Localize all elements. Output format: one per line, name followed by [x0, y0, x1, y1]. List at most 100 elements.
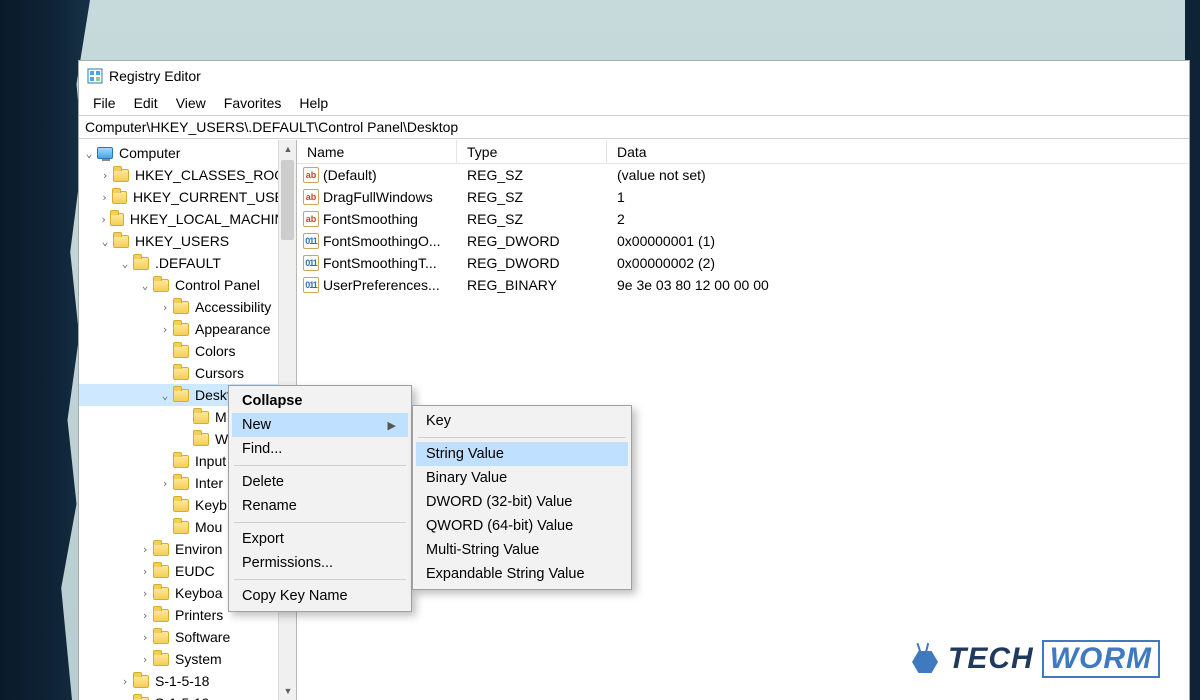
ctx-new-qword-value[interactable]: QWORD (64-bit) Value	[416, 514, 628, 538]
value-list-body: ab(Default)REG_SZ(value not set)abDragFu…	[297, 164, 1189, 296]
chevron-down-icon[interactable]: ⌄	[81, 147, 97, 160]
tree-label: Inter	[193, 475, 225, 491]
ctx-new-dword-value[interactable]: DWORD (32-bit) Value	[416, 490, 628, 514]
ctx-new-string-value[interactable]: String Value	[416, 442, 628, 466]
tree-default[interactable]: ⌄.DEFAULT	[79, 252, 296, 274]
chevron-right-icon[interactable]: ›	[157, 323, 173, 336]
watermark-text-2: WORM	[1042, 640, 1160, 678]
chevron-right-icon[interactable]: ›	[137, 631, 153, 644]
chevron-right-icon[interactable]: ›	[117, 675, 133, 688]
tree-label: Input	[193, 453, 228, 469]
scroll-down-icon[interactable]: ▼	[279, 682, 297, 700]
tree-hkey-classes-root[interactable]: › HKEY_CLASSES_ROOT	[79, 164, 296, 186]
ctx-new-expandable-string-value[interactable]: Expandable String Value	[416, 562, 628, 586]
col-header-type[interactable]: Type	[457, 140, 607, 163]
tree-s-1-5-19[interactable]: › S-1-5-19	[79, 692, 296, 700]
chevron-down-icon[interactable]: ⌄	[157, 389, 173, 402]
chevron-right-icon[interactable]: ›	[137, 543, 153, 556]
chevron-right-icon[interactable]: ›	[137, 609, 153, 622]
value-row[interactable]: abDragFullWindowsREG_SZ1	[297, 186, 1189, 208]
tree-root-computer[interactable]: ⌄ Computer	[79, 142, 296, 164]
chevron-right-icon[interactable]: ›	[97, 191, 112, 204]
folder-icon	[173, 301, 189, 314]
computer-icon	[97, 147, 113, 159]
scroll-thumb[interactable]	[281, 160, 294, 240]
chevron-right-icon[interactable]: ›	[97, 169, 113, 182]
value-data: (value not set)	[607, 167, 1189, 183]
tree-hkey-local-machine[interactable]: ›HKEY_LOCAL_MACHINE	[79, 208, 296, 230]
value-row[interactable]: ab(Default)REG_SZ(value not set)	[297, 164, 1189, 186]
ctx-new-key[interactable]: Key	[416, 409, 628, 433]
tree-label: Environ	[173, 541, 224, 557]
value-name: (Default)	[323, 167, 377, 183]
value-row[interactable]: 011FontSmoothingT...REG_DWORD0x00000002 …	[297, 252, 1189, 274]
tree-hkey-current-user[interactable]: ›HKEY_CURRENT_USER	[79, 186, 296, 208]
col-header-name[interactable]: Name	[297, 140, 457, 163]
col-header-data[interactable]: Data	[607, 140, 1189, 163]
chevron-right-icon[interactable]: ›	[117, 697, 133, 700]
watermark-text-1: TECH	[948, 642, 1034, 676]
folder-icon	[173, 389, 189, 402]
menu-edit[interactable]: Edit	[126, 93, 166, 113]
value-name: UserPreferences...	[323, 277, 440, 293]
tree-label: EUDC	[173, 563, 217, 579]
tree-label: HKEY_USERS	[133, 233, 231, 249]
chevron-right-icon[interactable]: ›	[157, 477, 173, 490]
folder-icon	[193, 411, 209, 424]
ctx-permissions[interactable]: Permissions...	[232, 551, 408, 575]
chevron-down-icon[interactable]: ⌄	[117, 257, 133, 270]
value-row[interactable]: 011FontSmoothingO...REG_DWORD0x00000001 …	[297, 230, 1189, 252]
tree-cursors[interactable]: Cursors	[79, 362, 296, 384]
folder-icon	[173, 367, 189, 380]
ctx-copy-key-name[interactable]: Copy Key Name	[232, 584, 408, 608]
ctx-new-binary-value[interactable]: Binary Value	[416, 466, 628, 490]
folder-icon	[153, 279, 169, 292]
tree-label: Computer	[117, 145, 182, 161]
chevron-right-icon[interactable]: ›	[157, 301, 173, 314]
value-data: 0x00000001 (1)	[607, 233, 1189, 249]
folder-icon	[173, 455, 189, 468]
tree-s-1-5-18[interactable]: › S-1-5-18	[79, 670, 296, 692]
folder-icon	[173, 477, 189, 490]
chevron-down-icon[interactable]: ⌄	[97, 235, 113, 248]
tree-system[interactable]: › System	[79, 648, 296, 670]
tree-label: Mou	[193, 519, 224, 535]
value-icon: ab	[303, 189, 319, 205]
chevron-down-icon[interactable]: ⌄	[137, 279, 153, 292]
menu-help[interactable]: Help	[291, 93, 336, 113]
value-row[interactable]: 011UserPreferences...REG_BINARY9e 3e 03 …	[297, 274, 1189, 296]
ctx-new-multi-string-value[interactable]: Multi-String Value	[416, 538, 628, 562]
ctx-rename[interactable]: Rename	[232, 494, 408, 518]
chevron-right-icon[interactable]: ›	[97, 213, 110, 226]
tree-label: HKEY_CLASSES_ROOT	[133, 167, 296, 183]
value-data: 2	[607, 211, 1189, 227]
tree-colors[interactable]: Colors	[79, 340, 296, 362]
tree-software[interactable]: ›Software	[79, 626, 296, 648]
chevron-right-icon[interactable]: ›	[137, 587, 153, 600]
ctx-new[interactable]: New ▶	[232, 413, 408, 437]
ctx-delete[interactable]: Delete	[232, 470, 408, 494]
ctx-find[interactable]: Find...	[232, 437, 408, 461]
value-type: REG_BINARY	[457, 277, 607, 293]
tree-appearance[interactable]: › Appearance	[79, 318, 296, 340]
chevron-right-icon[interactable]: ›	[137, 565, 153, 578]
menu-file[interactable]: File	[85, 93, 124, 113]
tree-label: S-1-5-18	[153, 673, 211, 689]
chevron-right-icon[interactable]: ›	[137, 653, 153, 666]
scroll-up-icon[interactable]: ▲	[279, 140, 297, 158]
separator	[418, 437, 626, 438]
address-bar[interactable]: Computer\HKEY_USERS\.DEFAULT\Control Pan…	[79, 115, 1189, 139]
tree-label: Appearance	[193, 321, 273, 337]
tree-accessibility[interactable]: ›Accessibility	[79, 296, 296, 318]
tree-label: S-1-5-19	[153, 695, 211, 700]
tree-label: System	[173, 651, 224, 667]
tree-hkey-users[interactable]: ⌄ HKEY_USERS	[79, 230, 296, 252]
ctx-export[interactable]: Export	[232, 527, 408, 551]
menu-favorites[interactable]: Favorites	[216, 93, 290, 113]
ctx-collapse[interactable]: Collapse	[232, 389, 408, 413]
folder-icon	[153, 609, 169, 622]
value-row[interactable]: abFontSmoothingREG_SZ2	[297, 208, 1189, 230]
menu-view[interactable]: View	[168, 93, 214, 113]
tree-control-panel[interactable]: ⌄Control Panel	[79, 274, 296, 296]
folder-icon	[133, 257, 149, 270]
